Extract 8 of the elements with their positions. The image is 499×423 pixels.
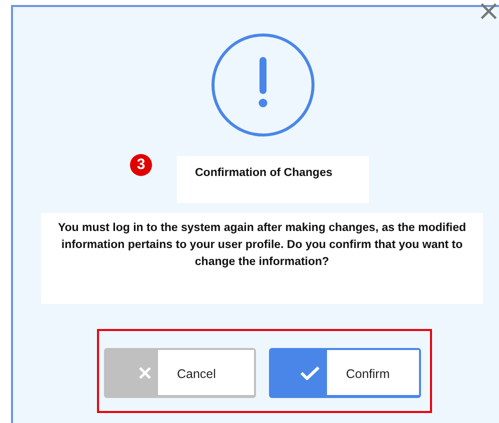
checkmark-icon: [300, 366, 320, 380]
dialog-message: You must log in to the system again after making changes, as the modified information pertains to your user profile. Do you confirm that you want to change the information?: [41, 213, 483, 304]
close-icon: [139, 366, 151, 378]
step-badge: 3: [130, 154, 152, 176]
cancel-button[interactable]: Cancel: [104, 348, 256, 398]
warning-icon: [211, 33, 315, 137]
confirm-button[interactable]: Confirm: [269, 348, 421, 398]
dialog-title: Confirmation of Changes: [177, 156, 369, 203]
